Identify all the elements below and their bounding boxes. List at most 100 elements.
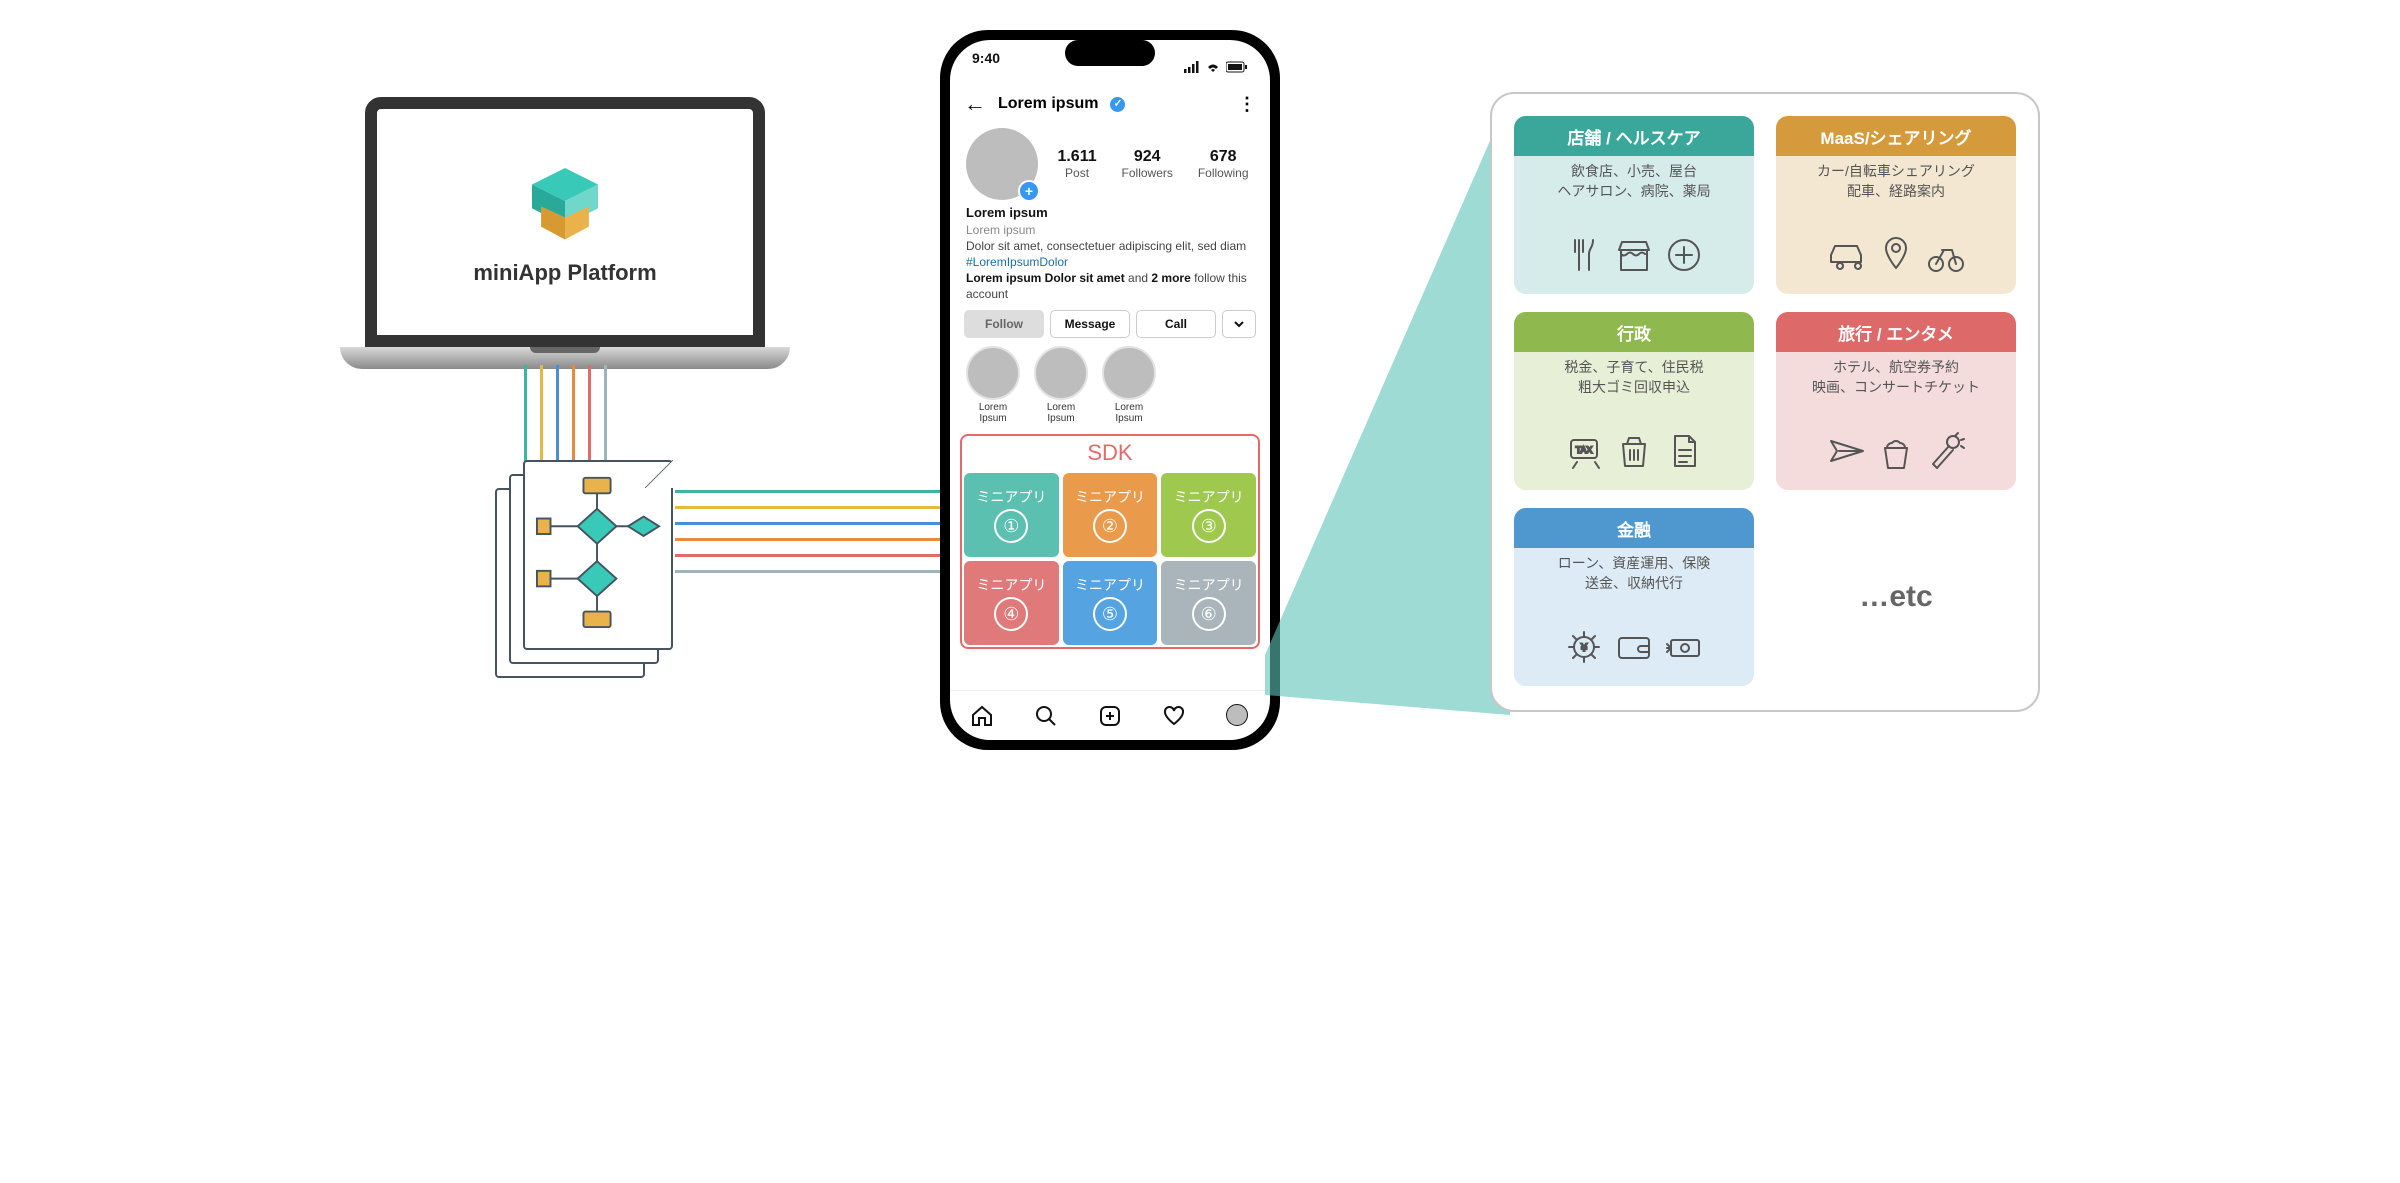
miniapp-tile[interactable]: ミニアプリ① — [964, 473, 1059, 557]
pin-icon — [1875, 234, 1917, 284]
category-card: 行政 税金、子育て、住民税粗大ゴミ回収申込 TAX — [1514, 312, 1754, 490]
heart-icon[interactable] — [1162, 704, 1186, 728]
fork-icon — [1563, 234, 1605, 284]
category-icons — [1522, 232, 1746, 286]
more-menu-icon[interactable]: ⋮ — [1238, 94, 1256, 115]
message-button[interactable]: Message — [1050, 310, 1130, 338]
back-arrow-icon[interactable]: ← — [964, 91, 986, 117]
plane-icon — [1825, 430, 1867, 480]
mic-icon — [1925, 430, 1967, 480]
miniapp-grid: ミニアプリ①ミニアプリ②ミニアプリ③ ミニアプリ④ミニアプリ⑤ミニアプリ⑥ — [964, 473, 1256, 645]
verified-badge-icon — [1110, 97, 1125, 112]
category-icons: ¥ — [1522, 624, 1746, 678]
miniapp-tile[interactable]: ミニアプリ⑤ — [1063, 561, 1158, 645]
stat-posts[interactable]: 1.611 Post — [1057, 148, 1096, 180]
category-description: ホテル、航空券予約映画、コンサートチケット — [1784, 358, 2008, 397]
hashtag-link[interactable]: #LoremIpsumDolor — [966, 255, 1068, 269]
profile-avatar[interactable]: + — [966, 128, 1038, 200]
miniapp-tile[interactable]: ミニアプリ② — [1063, 473, 1158, 557]
trash-icon — [1613, 430, 1655, 480]
phone-column: 9:40 ← Lorem ipsum ⋮ + — [940, 30, 1280, 793]
story-highlights: Lorem Ipsum Lorem Ipsum Lorem Ipsum — [950, 338, 1270, 430]
miniapp-tile[interactable]: ミニアプリ④ — [964, 561, 1059, 645]
wallet-icon — [1613, 626, 1655, 676]
program-documents: ミニアプリ プログラム — [495, 460, 670, 680]
flow-arrow — [675, 538, 955, 541]
money-icon — [1663, 626, 1705, 676]
category-card: MaaS/シェアリング カー/自転車シェアリング配車、経路案内 — [1776, 116, 2016, 294]
flow-arrow — [675, 554, 955, 557]
dynamic-island — [1065, 40, 1155, 66]
stat-following[interactable]: 678 Following — [1198, 148, 1249, 180]
profile-bio: Lorem ipsum Lorem ipsum Dolor sit amet, … — [950, 200, 1270, 302]
medical-icon — [1663, 234, 1705, 284]
category-description: 税金、子育て、住民税粗大ゴミ回収申込 — [1522, 358, 1746, 397]
miniapp-logo-icon — [510, 159, 620, 254]
category-description: カー/自転車シェアリング配車、経路案内 — [1784, 162, 2008, 201]
gear-yen-icon: ¥ — [1563, 626, 1605, 676]
shop-icon — [1613, 234, 1655, 284]
bottom-tab-bar — [950, 690, 1270, 740]
category-title: MaaS/シェアリング — [1776, 116, 2016, 156]
add-post-icon[interactable] — [1098, 704, 1122, 728]
flowchart-icon — [535, 472, 661, 637]
category-card: 金融 ローン、資産運用、保険送金、収納代行 ¥ — [1514, 508, 1754, 686]
miniapp-tile[interactable]: ミニアプリ③ — [1161, 473, 1256, 557]
laptop: miniApp Platform — [340, 97, 790, 369]
category-title: 行政 — [1514, 312, 1754, 352]
program-caption: ミニアプリ プログラム — [485, 685, 660, 739]
chevron-down-icon — [1233, 318, 1245, 330]
smartphone-frame: 9:40 ← Lorem ipsum ⋮ + — [940, 30, 1280, 750]
car-icon — [1825, 234, 1867, 284]
flow-arrow — [675, 490, 955, 493]
follow-button[interactable]: Follow — [964, 310, 1044, 338]
stat-followers[interactable]: 924 Followers — [1122, 148, 1173, 180]
flow-arrow — [675, 570, 955, 573]
logo-text: miniApp Platform — [473, 260, 656, 286]
svg-text:¥: ¥ — [1580, 642, 1588, 654]
phone-screen: 9:40 ← Lorem ipsum ⋮ + — [950, 40, 1270, 740]
category-title: 旅行 / エンタメ — [1776, 312, 2016, 352]
flow-arrow — [675, 506, 955, 509]
category-description: 飲食店、小売、屋台ヘアサロン、病院、薬局 — [1522, 162, 1746, 201]
svg-text:TAX: TAX — [1576, 445, 1593, 455]
profile-action-row: Follow Message Call — [950, 302, 1270, 338]
bike-icon — [1925, 234, 1967, 284]
horizontal-arrows — [675, 490, 955, 586]
popcorn-icon — [1875, 430, 1917, 480]
highlight-item[interactable]: Lorem Ipsum — [964, 346, 1022, 424]
highlight-item[interactable]: Lorem Ipsum — [1032, 346, 1090, 424]
etc-label: …etc — [1776, 508, 2016, 686]
call-button[interactable]: Call — [1136, 310, 1216, 338]
phone-caption: 貴社ホストアプリ — [940, 764, 1280, 793]
profile-row: + 1.611 Post 924 Followers 678 — [950, 124, 1270, 200]
category-card: 旅行 / エンタメ ホテル、航空券予約映画、コンサートチケット — [1776, 312, 2016, 490]
category-icons — [1784, 232, 2008, 286]
signal-icon — [1184, 61, 1200, 73]
more-actions-button[interactable] — [1222, 310, 1256, 338]
left-column: ミニアプリ統合管理WEB miniApp Platform — [340, 60, 790, 369]
highlight-item[interactable]: Lorem Ipsum — [1100, 346, 1158, 424]
avatar-add-icon[interactable]: + — [1018, 180, 1040, 202]
category-title: 金融 — [1514, 508, 1754, 548]
profile-tab-icon[interactable] — [1226, 704, 1250, 728]
web-management-caption: ミニアプリ統合管理WEB — [340, 60, 790, 89]
miniapp-tile[interactable]: ミニアプリ⑥ — [1161, 561, 1256, 645]
status-time: 9:40 — [972, 50, 1000, 84]
search-icon[interactable] — [1034, 704, 1058, 728]
category-icons — [1784, 428, 2008, 482]
wifi-icon — [1205, 61, 1221, 73]
category-title: 店舗 / ヘルスケア — [1514, 116, 1754, 156]
categories-panel: 店舗 / ヘルスケア 飲食店、小売、屋台ヘアサロン、病院、薬局 MaaS/シェア… — [1490, 92, 2040, 712]
category-icons: TAX — [1522, 428, 1746, 482]
laptop-screen: miniApp Platform — [365, 97, 765, 347]
flow-arrow — [675, 522, 955, 525]
battery-icon — [1226, 61, 1248, 73]
doc-icon — [1663, 430, 1705, 480]
sdk-container: SDK ミニアプリ①ミニアプリ②ミニアプリ③ミニアプリ④ミニアプリ⑤ミニアプリ⑥ — [960, 434, 1260, 649]
tax-icon: TAX — [1563, 430, 1605, 480]
category-description: ローン、資産運用、保険送金、収納代行 — [1522, 554, 1746, 593]
app-header: ← Lorem ipsum ⋮ — [950, 84, 1270, 124]
home-icon[interactable] — [970, 704, 994, 728]
vertical-cables — [520, 365, 610, 465]
